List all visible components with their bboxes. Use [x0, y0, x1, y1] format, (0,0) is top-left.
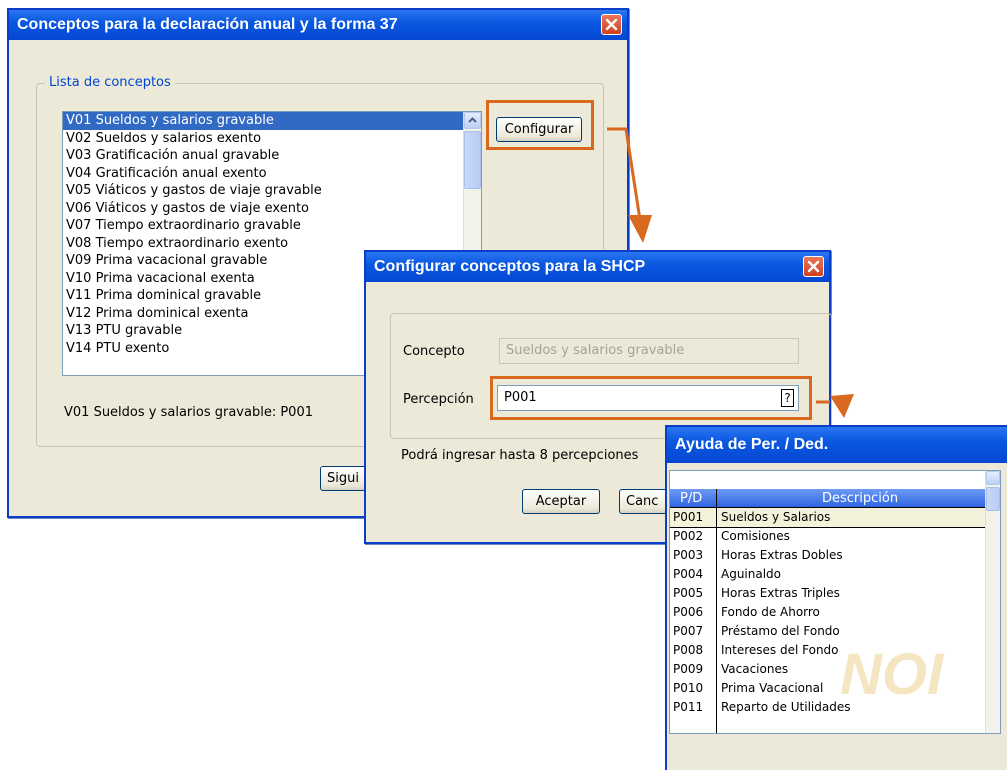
row-code: P007	[673, 624, 704, 638]
arrow-configurar-icon	[607, 127, 652, 243]
percepcion-value: P001	[504, 390, 537, 405]
ayuda-window: Ayuda de Per. / Ded. P/D Descripción NOI…	[665, 425, 1007, 770]
row-desc: Préstamo del Fondo	[721, 624, 840, 638]
row-desc: Horas Extras Triples	[721, 586, 840, 600]
ayuda-title-bar[interactable]: Ayuda de Per. / Ded.	[667, 427, 1007, 463]
scroll-thumb[interactable]	[464, 131, 481, 189]
row-desc: Aguinaldo	[721, 567, 782, 581]
concept-list-item[interactable]: V02 Sueldos y salarios exento	[63, 130, 481, 148]
configurar-title: Configurar conceptos para la SHCP	[374, 258, 646, 275]
row-desc: Reparto de Utilidades	[721, 700, 851, 714]
grid-row[interactable]: P002 Comisiones	[670, 527, 1000, 546]
concept-list-item[interactable]: V07 Tiempo extraordinario gravable	[63, 217, 481, 235]
row-code: P005	[673, 586, 704, 600]
row-desc: Intereses del Fondo	[721, 643, 839, 657]
concept-list-item[interactable]: V04 Gratificación anual exento	[63, 165, 481, 183]
percepcion-input[interactable]: P001 ?	[497, 385, 799, 411]
grid-scroll-thumb[interactable]	[986, 487, 1000, 511]
ayuda-title: Ayuda de Per. / Ded.	[675, 436, 829, 453]
configurar-title-bar[interactable]: Configurar conceptos para la SHCP	[366, 252, 829, 282]
col-pd-header[interactable]: P/D	[680, 489, 702, 508]
ayuda-grid[interactable]: P/D Descripción NOI P001 Sueldos y Salari…	[669, 470, 1001, 734]
scroll-up-icon[interactable]	[464, 112, 481, 129]
grid-col-divider	[716, 489, 717, 733]
concepto-label: Concepto	[403, 344, 465, 359]
row-desc: Vacaciones	[721, 662, 789, 676]
lista-conceptos-label: Lista de conceptos	[45, 75, 175, 90]
concept-list-item[interactable]: V06 Viáticos y gastos de viaje exento	[63, 200, 481, 218]
grid-row[interactable]: P001 Sueldos y Salarios	[670, 507, 1000, 528]
row-desc: Fondo de Ahorro	[721, 605, 820, 619]
row-code: P003	[673, 548, 704, 562]
grid-row[interactable]: P010 Prima Vacacional	[670, 679, 1000, 698]
grid-row[interactable]: P003 Horas Extras Dobles	[670, 546, 1000, 565]
row-code: P008	[673, 643, 704, 657]
grid-scrollbar[interactable]	[985, 471, 1000, 733]
grid-row[interactable]: P011 Reparto de Utilidades	[670, 698, 1000, 717]
row-code: P009	[673, 662, 704, 676]
grid-row[interactable]: P004 Aguinaldo	[670, 565, 1000, 584]
concept-list-item[interactable]: V05 Viáticos y gastos de viaje gravable	[63, 182, 481, 200]
conceptos-title-bar[interactable]: Conceptos para la declaración anual y la…	[9, 10, 627, 40]
grid-scroll-up-icon[interactable]	[986, 471, 1000, 485]
arrow-percepcion-icon	[816, 394, 854, 418]
configurar-button[interactable]: Configurar	[496, 117, 582, 142]
concept-list-item[interactable]: V01 Sueldos y salarios gravable	[63, 112, 481, 130]
concept-list-item[interactable]: V03 Gratificación anual gravable	[63, 147, 481, 165]
percepcion-label: Percepción	[403, 392, 474, 407]
col-desc-header[interactable]: Descripción	[822, 489, 898, 508]
close-icon[interactable]	[803, 256, 824, 277]
row-desc: Prima Vacacional	[721, 681, 824, 695]
aceptar-button[interactable]: Aceptar	[522, 489, 600, 514]
row-desc: Comisiones	[721, 529, 790, 543]
grid-row[interactable]: P006 Fondo de Ahorro	[670, 603, 1000, 622]
row-code: P006	[673, 605, 704, 619]
grid-row[interactable]: P005 Horas Extras Triples	[670, 584, 1000, 603]
row-code: P011	[673, 700, 704, 714]
help-icon[interactable]: ?	[781, 389, 794, 407]
concepto-field: Sueldos y salarios gravable	[499, 338, 799, 364]
row-desc: Sueldos y Salarios	[721, 510, 831, 524]
row-code: P004	[673, 567, 704, 581]
row-code: P010	[673, 681, 704, 695]
row-code: P002	[673, 529, 704, 543]
row-desc: Horas Extras Dobles	[721, 548, 843, 562]
row-code: P001	[673, 510, 704, 524]
grid-row[interactable]: P009 Vacaciones	[670, 660, 1000, 679]
conceptos-title: Conceptos para la declaración anual y la…	[17, 16, 398, 33]
percepciones-note: Podrá ingresar hasta 8 percepciones	[401, 448, 639, 463]
grid-header: P/D Descripción	[670, 489, 1000, 508]
close-icon[interactable]	[601, 14, 622, 35]
grid-row[interactable]: P007 Préstamo del Fondo	[670, 622, 1000, 641]
grid-row[interactable]: P008 Intereses del Fondo	[670, 641, 1000, 660]
concept-summary: V01 Sueldos y salarios gravable: P001	[64, 405, 313, 420]
